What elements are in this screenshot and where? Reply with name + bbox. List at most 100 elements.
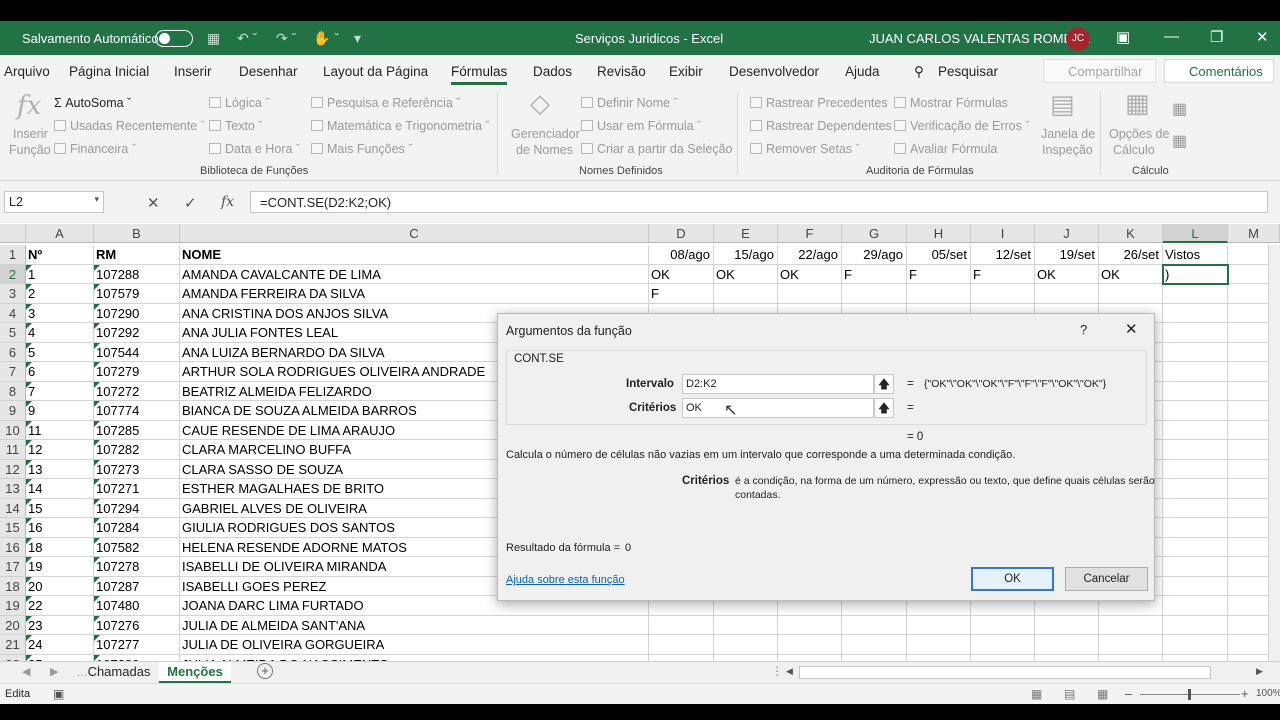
trace-precedents-button[interactable]: Rastrear Precedentes [750, 96, 888, 110]
cancel-button[interactable]: Cancelar [1065, 567, 1148, 591]
cell-L5[interactable] [1163, 323, 1228, 343]
column-header-L[interactable]: L [1163, 224, 1228, 243]
cell-B1[interactable]: RM [94, 245, 180, 265]
arg1-collapse-icon[interactable]: 🡅 [874, 374, 894, 394]
cell-L9[interactable] [1163, 401, 1228, 421]
ribbon-display-icon[interactable]: ▣ [1116, 28, 1130, 46]
cell-A16[interactable]: 18 [26, 537, 94, 557]
cell-C1[interactable]: NOME [180, 245, 649, 265]
help-link[interactable]: Ajuda sobre esta função [506, 574, 625, 586]
cell-J21[interactable] [1035, 635, 1099, 655]
cell-H2[interactable]: F [907, 264, 971, 284]
cell-G3[interactable] [842, 284, 907, 304]
cell-B11[interactable]: 107282 [94, 440, 180, 460]
arg2-collapse-icon[interactable]: 🡅 [874, 398, 894, 418]
cell-F21[interactable] [778, 635, 842, 655]
tab-inserir[interactable]: Inserir [174, 64, 212, 79]
cell-B19[interactable]: 107480 [94, 596, 180, 616]
cell-A18[interactable]: 20 [26, 576, 94, 596]
cell-L11[interactable] [1163, 440, 1228, 460]
cell-I2[interactable]: F [971, 264, 1035, 284]
cell-E1[interactable]: 15/ago [714, 245, 778, 265]
show-formulas-button[interactable]: Mostrar Fórmulas [894, 96, 1008, 110]
comments-button[interactable]: Comentários [1164, 59, 1274, 83]
row-header[interactable]: 11 [0, 440, 26, 460]
cell-H3[interactable] [907, 284, 971, 304]
customize-qat-icon[interactable]: ▾ [354, 30, 361, 47]
enter-icon[interactable]: ✓ [184, 194, 197, 212]
cell-A12[interactable]: 13 [26, 459, 94, 479]
cell-B16[interactable]: 107582 [94, 537, 180, 557]
hscroll-left-icon[interactable]: ◀ [786, 666, 793, 677]
normal-view-icon[interactable]: ▦ [1031, 687, 1042, 701]
cell-C2[interactable]: AMANDA CAVALCANTE DE LIMA [180, 264, 649, 284]
hscroll-thumb[interactable] [799, 666, 1211, 679]
cell-A15[interactable]: 16 [26, 518, 94, 538]
cell-B8[interactable]: 107272 [94, 381, 180, 401]
tab-exibir[interactable]: Exibir [669, 64, 703, 79]
zoom-slider-thumb[interactable] [1188, 689, 1191, 700]
watch-window-label-1[interactable]: Janela de [1041, 127, 1095, 141]
insert-function-label-1[interactable]: Inserir [13, 127, 48, 141]
cell-K2[interactable]: OK [1099, 264, 1163, 284]
cell-B3[interactable]: 107579 [94, 284, 180, 304]
avatar[interactable]: JC [1066, 27, 1090, 51]
name-manager-label-2[interactable]: de Nomes [516, 143, 573, 157]
calc-sheet-icon[interactable]: ▦ [1172, 131, 1187, 151]
lookup-button[interactable]: Pesquisa e Referência ˇ [311, 96, 460, 110]
dialog-close-icon[interactable]: ✕ [1125, 320, 1138, 338]
tab-formulas[interactable]: Fórmulas [451, 64, 508, 85]
calc-options-label-1[interactable]: Opções de [1109, 127, 1169, 141]
cell-A21[interactable]: 24 [26, 635, 94, 655]
cell-A8[interactable]: 7 [26, 381, 94, 401]
cell-B10[interactable]: 107285 [94, 420, 180, 440]
cell-B7[interactable]: 107279 [94, 362, 180, 382]
restore-icon[interactable]: ❐ [1210, 28, 1223, 46]
more-functions-button[interactable]: Mais Funções ˇ [311, 142, 412, 156]
cell-B20[interactable]: 107276 [94, 615, 180, 635]
cell-C21[interactable]: JULIA DE OLIVEIRA GORGUEIRA [180, 635, 649, 655]
insert-function-label-2[interactable]: Função [9, 143, 51, 157]
column-header-G[interactable]: G [842, 224, 907, 243]
cell-L21[interactable] [1163, 635, 1228, 655]
row-header[interactable]: 15 [0, 518, 26, 538]
calc-options-label-2[interactable]: Cálculo [1113, 143, 1155, 157]
cell-J1[interactable]: 19/set [1035, 245, 1099, 265]
column-header-B[interactable]: B [94, 224, 180, 243]
cell-L17[interactable] [1163, 557, 1228, 577]
column-header-C[interactable]: C [180, 224, 649, 243]
cell-A10[interactable]: 11 [26, 420, 94, 440]
row-header[interactable]: 17 [0, 557, 26, 577]
tab-ajuda[interactable]: Ajuda [845, 64, 880, 79]
column-header-E[interactable]: E [714, 224, 778, 243]
name-manager-icon[interactable]: ◇ [530, 89, 550, 119]
autosave-toggle[interactable] [155, 30, 193, 47]
cell-D21[interactable] [649, 635, 714, 655]
cell-A2[interactable]: 1 [26, 264, 94, 284]
cell-D3[interactable]: F [649, 284, 714, 304]
row-header[interactable]: 20 [0, 615, 26, 635]
row-header[interactable]: 21 [0, 635, 26, 655]
close-icon[interactable]: ✕ [1256, 28, 1269, 46]
column-header-I[interactable]: I [971, 224, 1035, 243]
row-header[interactable]: 6 [0, 342, 26, 362]
cell-L6[interactable] [1163, 342, 1228, 362]
cell-H1[interactable]: 05/set [907, 245, 971, 265]
zoom-level[interactable]: 100% [1256, 688, 1280, 699]
cell-B14[interactable]: 107294 [94, 498, 180, 518]
cell-A11[interactable]: 12 [26, 440, 94, 460]
arg1-input[interactable]: D2:K2 [682, 374, 874, 394]
vertical-scrollbar[interactable] [1268, 245, 1280, 661]
row-header[interactable]: 9 [0, 401, 26, 421]
cell-F3[interactable] [778, 284, 842, 304]
cell-B13[interactable]: 107271 [94, 479, 180, 499]
cell-D1[interactable]: 08/ago [649, 245, 714, 265]
column-header-K[interactable]: K [1099, 224, 1163, 243]
cell-A19[interactable]: 22 [26, 596, 94, 616]
column-header-M[interactable]: M [1228, 224, 1280, 243]
redo-icon[interactable]: ↷ ˇ [276, 30, 296, 47]
cell-A13[interactable]: 14 [26, 479, 94, 499]
hscroll-right-icon[interactable]: ▶ [1256, 666, 1263, 677]
cell-L19[interactable] [1163, 596, 1228, 616]
cell-B4[interactable]: 107290 [94, 303, 180, 323]
